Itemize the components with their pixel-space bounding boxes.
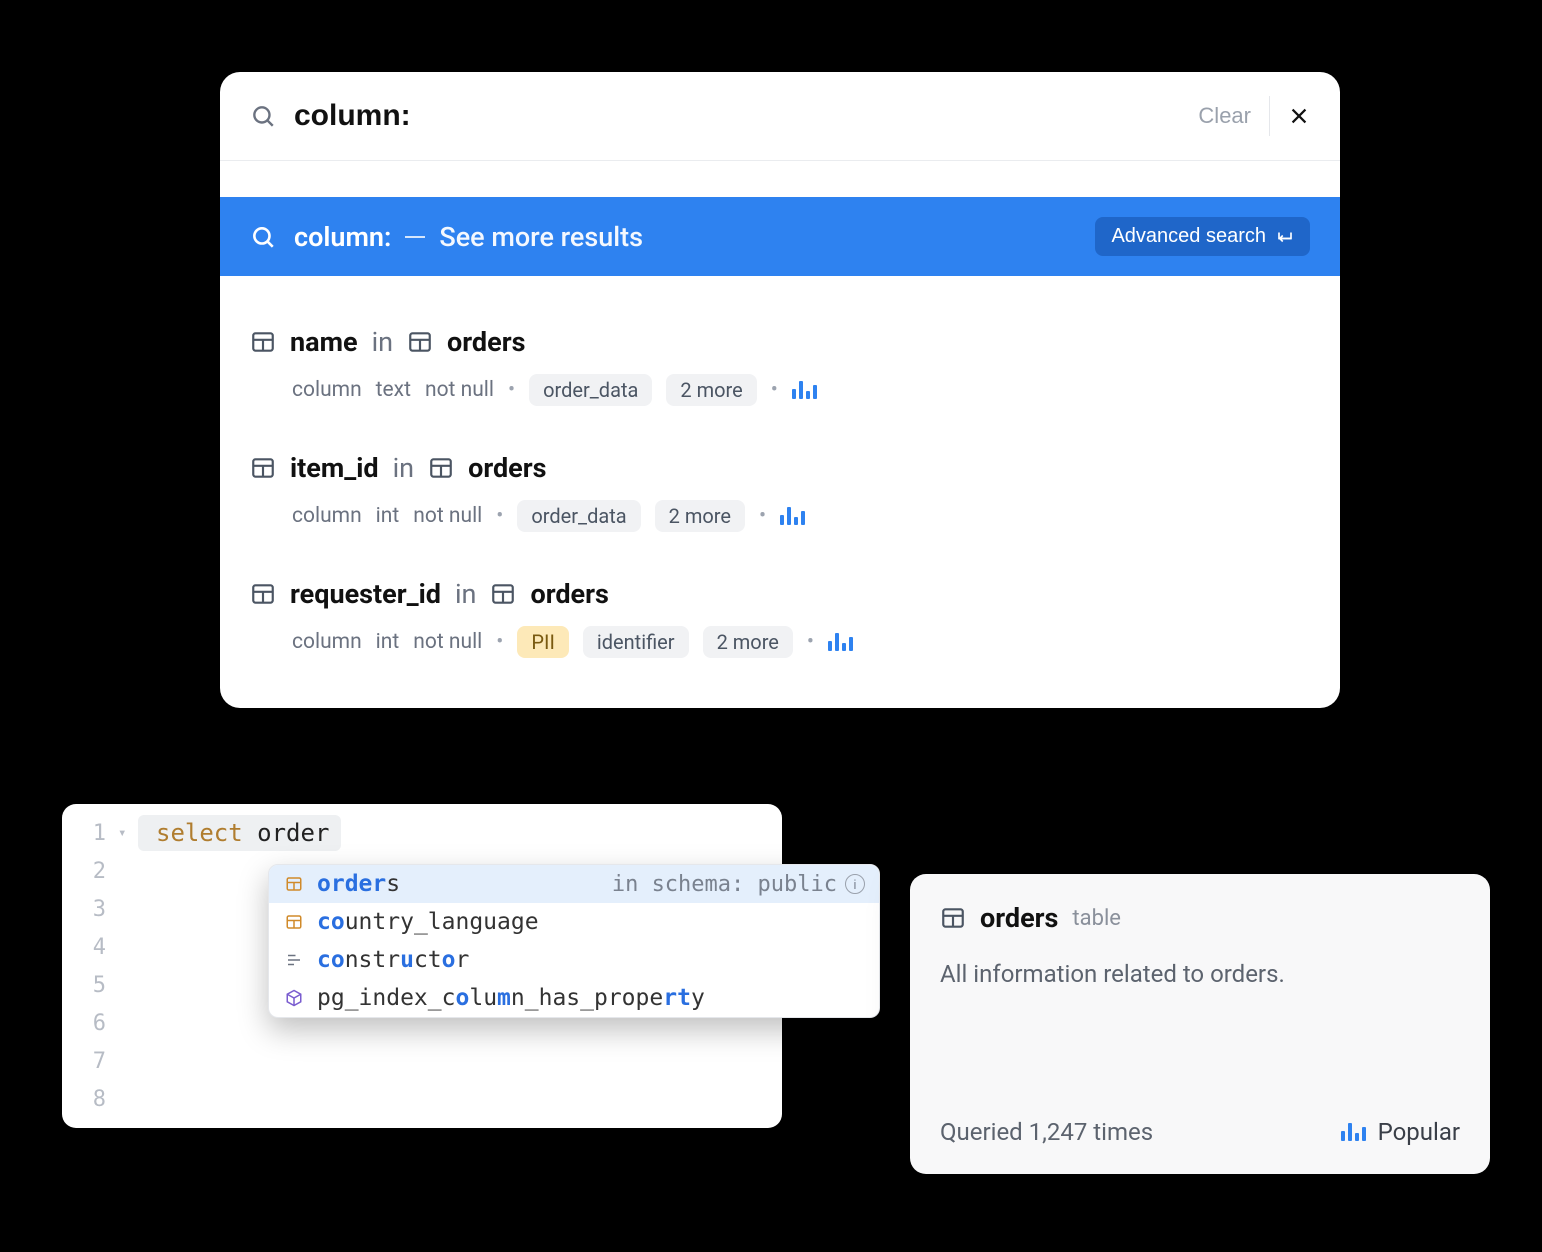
table-detail-popover: orders table All information related to … [910,874,1490,1174]
search-panel: Clear column: See more results Advan [220,72,1340,708]
see-more-row[interactable]: column: See more results Advanced search [220,197,1340,276]
highlight-prefix: column: [294,221,391,253]
table-icon [250,329,276,355]
autocomplete-popup: orders in schema: public i country_langu… [268,864,880,1018]
line-number: 4 [62,935,118,960]
table-icon [250,455,276,481]
enter-icon [1276,228,1294,246]
more-chip[interactable]: 2 more [666,374,756,406]
more-chip[interactable]: 2 more [655,500,745,532]
autocomplete-item[interactable]: constructor [269,941,879,979]
table-icon [283,873,305,895]
search-icon [250,224,276,250]
result-meta: column int not null • PIIidentifier2 mor… [292,626,1310,658]
see-more-label: See more results [439,221,643,253]
column-name: item_id [290,452,379,484]
autocomplete-item[interactable]: orders in schema: public i [269,865,879,903]
cube-icon [283,987,305,1009]
dtype-label: int [376,630,400,654]
search-result[interactable]: requester_id in orders column int not nu… [250,532,1310,658]
result-meta: column int not null • order_data2 more • [292,500,1310,532]
divider [1269,96,1270,136]
tag-chip: order_data [517,500,640,532]
line-number: 8 [62,1087,118,1112]
bars-icon [828,633,853,651]
in-label: in [372,326,393,358]
table-name: orders [530,578,608,610]
snippet-icon [283,949,305,971]
dtype-label: text [376,378,411,402]
dash-icon [405,236,425,238]
pii-chip: PII [517,626,569,658]
detail-queried: Queried 1,247 times [940,1118,1153,1146]
table-icon [490,581,516,607]
autocomplete-label: orders [317,871,400,897]
table-name: orders [468,452,546,484]
line-number: 7 [62,1049,118,1074]
advanced-search-button[interactable]: Advanced search [1095,217,1310,256]
code-line[interactable]: 8 [62,1080,782,1118]
bars-icon [780,507,805,525]
popular-badge: Popular [1341,1118,1460,1146]
close-button[interactable] [1288,105,1310,127]
result-meta: column text not null • order_data2 more … [292,374,1310,406]
autocomplete-item[interactable]: country_language [269,903,879,941]
autocomplete-item[interactable]: pg_index_column_has_property [269,979,879,1017]
table-icon [250,581,276,607]
line-number: 6 [62,1011,118,1036]
detail-type: table [1072,906,1121,931]
clear-button[interactable]: Clear [1198,103,1251,129]
tag-chip: identifier [583,626,689,658]
bars-icon [1341,1123,1366,1141]
detail-description: All information related to orders. [940,960,1460,988]
table-icon [940,905,966,931]
autocomplete-label: pg_index_column_has_property [317,985,705,1011]
results-list: name in orders column text not null • or… [220,276,1340,708]
kind-label: column [292,630,362,654]
column-name: name [290,326,358,358]
in-label: in [393,452,414,484]
table-icon [407,329,433,355]
info-icon[interactable]: i [845,874,865,894]
more-chip[interactable]: 2 more [703,626,793,658]
search-result[interactable]: name in orders column text not null • or… [250,280,1310,406]
autocomplete-hint: in schema: public i [612,872,865,897]
kind-label: column [292,378,362,402]
line-number: 5 [62,973,118,998]
autocomplete-label: constructor [317,947,469,973]
column-name: requester_id [290,578,441,610]
null-label: not null [413,630,482,654]
search-icon [250,103,276,129]
detail-name: orders [980,902,1058,934]
search-bar: Clear [220,72,1340,161]
line-number: 1 [62,821,118,846]
code-line[interactable]: 7 [62,1042,782,1080]
line-number: 3 [62,897,118,922]
bars-icon [792,381,817,399]
table-icon [428,455,454,481]
kind-label: column [292,504,362,528]
tag-chip: order_data [529,374,652,406]
fold-icon[interactable]: ▾ [118,825,138,841]
null-label: not null [425,378,494,402]
code-line[interactable]: 1 ▾ select order [62,814,782,852]
null-label: not null [413,504,482,528]
table-name: orders [447,326,525,358]
line-number: 2 [62,859,118,884]
autocomplete-label: country_language [317,909,539,935]
search-result[interactable]: item_id in orders column int not null • … [250,406,1310,532]
dtype-label: int [376,504,400,528]
table-icon [283,911,305,933]
in-label: in [455,578,476,610]
search-input[interactable] [294,99,1180,133]
